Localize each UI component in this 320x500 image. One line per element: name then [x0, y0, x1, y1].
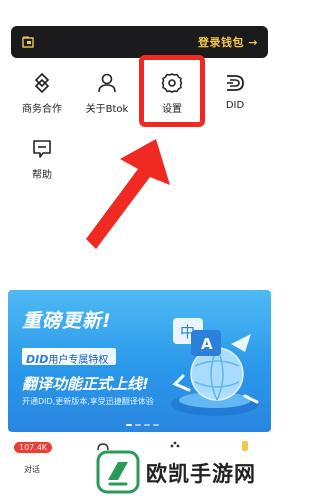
- banner-headline: 翻译功能正式上线!: [22, 375, 149, 393]
- gear-icon: [161, 73, 183, 93]
- did-icon: [227, 75, 244, 91]
- wallet-icon: [22, 36, 34, 48]
- translate-globe-icon: 中 A: [171, 318, 259, 416]
- carousel-dot[interactable]: [144, 424, 150, 426]
- menu-item-settings[interactable]: 设置: [142, 72, 202, 115]
- carousel-dot[interactable]: [126, 424, 132, 426]
- badge-did-text: DID: [26, 353, 49, 366]
- carousel-dot[interactable]: [153, 424, 159, 426]
- watermark-logo-icon: [96, 450, 140, 494]
- menu-item-help[interactable]: 帮助: [12, 138, 72, 181]
- did-privilege-badge: DID用户专属特权: [22, 348, 117, 366]
- help-chat-icon: [33, 140, 51, 158]
- site-watermark: 欧凯手游网: [96, 450, 274, 496]
- red-arrow-icon: [86, 139, 170, 249]
- carousel-dot[interactable]: [135, 424, 141, 426]
- tab-chat-label[interactable]: 对话: [24, 464, 40, 475]
- menu-label: DID: [225, 100, 245, 111]
- art-zh-text: 中: [180, 323, 195, 341]
- menu-item-business[interactable]: 商务合作: [12, 72, 72, 115]
- login-wallet-bar[interactable]: 登录钱包 →: [11, 26, 268, 58]
- banner-carousel-dots[interactable]: [126, 424, 159, 426]
- menu-item-did[interactable]: DID: [205, 72, 265, 111]
- menu-label: 设置: [162, 104, 182, 115]
- art-en-text: A: [201, 335, 213, 353]
- menu-item-about[interactable]: 关于Btok: [77, 72, 137, 115]
- translate-promo-banner[interactable]: 重磅更新! DID用户专属特权 翻译功能正式上线! 开通DID,更新版本,享受迅…: [8, 290, 271, 432]
- menu-label: 商务合作: [22, 104, 62, 115]
- watermark-text: 欧凯手游网: [146, 462, 256, 486]
- badge-rest-text: 用户专属特权: [48, 355, 109, 366]
- banner-title: 重磅更新!: [22, 310, 112, 332]
- me-page: 登录钱包 → 商务合作 关于Btok 设置 DID 帮助 重磅更新! DID用户…: [0, 0, 279, 500]
- banner-subtext: 开通DID,更新版本,享受迅捷翻译体验: [22, 397, 154, 406]
- menu-label: 关于Btok: [85, 104, 129, 115]
- diamond-icon: [34, 72, 50, 94]
- unread-count-badge: 107.4K: [14, 442, 53, 453]
- person-icon: [98, 73, 116, 93]
- menu-label: 帮助: [32, 170, 52, 181]
- login-wallet-link[interactable]: 登录钱包 →: [198, 34, 258, 50]
